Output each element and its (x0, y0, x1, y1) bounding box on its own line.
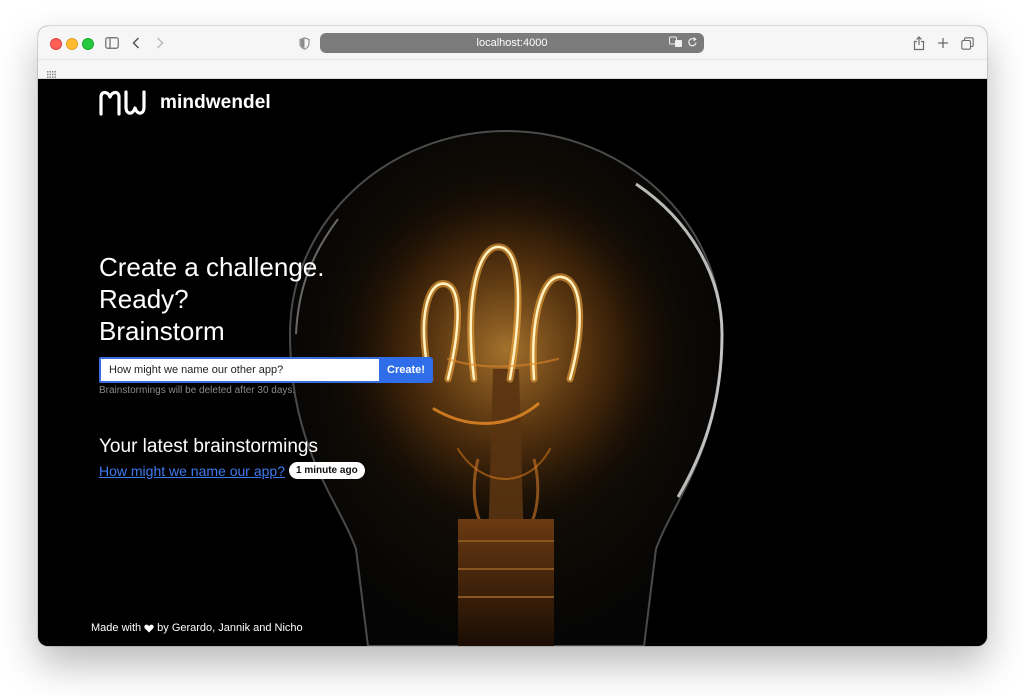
challenge-input[interactable] (99, 357, 379, 383)
close-window-button[interactable] (50, 38, 62, 50)
deletion-hint: Brainstormings will be deleted after 30 … (99, 385, 296, 396)
reload-icon[interactable] (687, 36, 698, 51)
maximize-window-button[interactable] (82, 38, 94, 50)
brainstorming-link[interactable]: How might we name our app? (99, 463, 285, 479)
brand-name: mindwendel (160, 92, 271, 113)
url-text: localhost:4000 (476, 37, 548, 49)
mindwendel-logo-icon (99, 90, 146, 116)
latest-brainstormings-heading: Your latest brainstormings (99, 436, 318, 457)
plus-icon[interactable] (934, 34, 952, 52)
create-button[interactable]: Create! (379, 357, 433, 383)
favorites-bar (38, 60, 987, 79)
address-bar[interactable]: localhost:4000 (320, 33, 704, 53)
list-item: How might we name our app? 1 minute ago (99, 462, 365, 479)
headline-line-3: Brainstorm (99, 316, 225, 346)
browser-toolbar: localhost:4000 (38, 26, 987, 60)
hero-headline: Create a challenge. Ready? Brainstorm (99, 251, 324, 347)
challenge-form: Create! (99, 357, 433, 383)
footer-prefix: Made with (91, 622, 142, 634)
share-icon[interactable] (910, 34, 928, 52)
footer-authors: by Gerardo, Jannik and Nicho (157, 622, 303, 634)
footer: Made with by Gerardo, Jannik and Nicho (91, 622, 303, 634)
headline-line-2: Ready? (99, 284, 189, 314)
chevron-right-icon[interactable] (152, 34, 168, 52)
page-content: mindwendel Create a challenge. Ready? Br… (38, 79, 987, 646)
heart-icon (144, 624, 154, 632)
browser-window: localhost:4000 mindwendel Create a chall… (38, 26, 987, 646)
time-badge: 1 minute ago (289, 462, 365, 479)
tabs-icon[interactable] (958, 34, 976, 52)
translate-icon[interactable] (669, 36, 683, 51)
headline-line-1: Create a challenge. (99, 252, 325, 282)
chevron-left-icon[interactable] (128, 34, 144, 52)
sidebar-icon[interactable] (102, 34, 122, 52)
shield-icon[interactable] (296, 34, 312, 52)
minimize-window-button[interactable] (66, 38, 78, 50)
brand-logo[interactable]: mindwendel (98, 89, 271, 117)
